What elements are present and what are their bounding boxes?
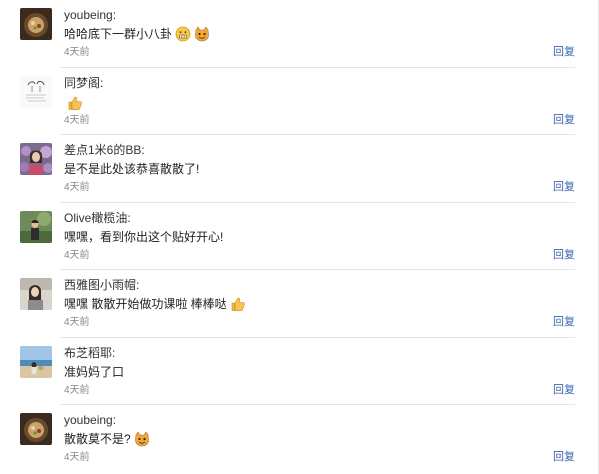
cat-face-icon bbox=[134, 431, 150, 447]
comment-text: 是不是此处该恭喜散散了! bbox=[64, 160, 199, 178]
comment-item: Olive橄榄油: 嘿嘿，看到你出这个贴好开心! 4天前 回复 bbox=[0, 203, 599, 271]
reply-link[interactable]: 回复 bbox=[553, 180, 575, 194]
timestamp: 4天前 bbox=[64, 317, 90, 328]
avatar[interactable] bbox=[20, 75, 52, 108]
grin-icon bbox=[175, 26, 191, 42]
avatar[interactable] bbox=[20, 345, 52, 378]
comment-body: 准妈妈了口 bbox=[64, 364, 125, 379]
reply-link[interactable]: 回复 bbox=[553, 45, 575, 59]
username[interactable]: 西雅图小雨帽: bbox=[64, 278, 139, 292]
avatar[interactable] bbox=[20, 143, 52, 175]
username[interactable]: 同梦阁: bbox=[64, 76, 103, 90]
reply-link[interactable]: 回复 bbox=[553, 248, 575, 262]
reply-link[interactable]: 回复 bbox=[553, 113, 575, 127]
timestamp: 4天前 bbox=[64, 249, 90, 261]
reply-link[interactable]: 回复 bbox=[553, 315, 575, 329]
comment-item: youbeing: 散散莫不是? 4天前 回复 bbox=[0, 405, 599, 473]
comment-body: 哈哈底下一群小八卦 bbox=[64, 27, 173, 41]
comment-body: 嘿嘿 散散开始做功课啦 棒棒哒 bbox=[64, 297, 227, 311]
avatar[interactable] bbox=[20, 8, 52, 40]
timestamp: 4天前 bbox=[64, 384, 90, 396]
thumbs-up-icon bbox=[230, 296, 246, 312]
timestamp: 4天前 bbox=[64, 182, 90, 193]
comment-text: 嘿嘿，看到你出这个贴好开心! bbox=[64, 228, 223, 246]
comment-body: 嘿嘿，看到你出这个贴好开心! bbox=[64, 229, 224, 244]
comment-list: youbeing: 哈哈底下一群小八卦 4天前 回复 同梦阁: 4天前 回复 差… bbox=[0, 0, 599, 473]
comment-text: 准妈妈了口 bbox=[64, 363, 124, 381]
comment-text: 嘿嘿 散散开始做功课啦 棒棒哒 bbox=[64, 295, 246, 313]
comment-item: 西雅图小雨帽: 嘿嘿 散散开始做功课啦 棒棒哒 4天前 回复 bbox=[0, 270, 599, 338]
comment-body: 是不是此处该恭喜散散了! bbox=[64, 162, 200, 176]
comment-item: 差点1米6的BB: 是不是此处该恭喜散散了! 4天前 回复 bbox=[0, 135, 599, 203]
reply-link[interactable]: 回复 bbox=[553, 450, 575, 464]
comment-item: youbeing: 哈哈底下一群小八卦 4天前 回复 bbox=[0, 0, 599, 68]
comment-item: 布芝稻耶: 准妈妈了口 4天前 回复 bbox=[0, 338, 599, 406]
username[interactable]: youbeing: bbox=[64, 413, 116, 427]
timestamp: 4天前 bbox=[64, 47, 90, 58]
username[interactable]: youbeing: bbox=[64, 8, 116, 22]
username[interactable]: 差点1米6的BB: bbox=[64, 143, 145, 157]
username[interactable]: Olive橄榄油: bbox=[64, 211, 131, 225]
timestamp: 4天前 bbox=[64, 452, 90, 463]
cat-face-icon bbox=[194, 26, 210, 42]
thumbs-up-icon bbox=[67, 95, 83, 111]
avatar[interactable] bbox=[20, 413, 52, 445]
comment-body: 散散莫不是? bbox=[64, 432, 131, 446]
comment-item: 同梦阁: 4天前 回复 bbox=[0, 68, 599, 136]
reply-link[interactable]: 回复 bbox=[553, 383, 575, 397]
avatar[interactable] bbox=[20, 210, 52, 243]
comment-text bbox=[64, 95, 83, 111]
username[interactable]: 布芝稻耶: bbox=[64, 346, 115, 360]
comment-text: 哈哈底下一群小八卦 bbox=[64, 25, 210, 43]
timestamp: 4天前 bbox=[64, 114, 90, 126]
comment-text: 散散莫不是? bbox=[64, 430, 150, 448]
avatar[interactable] bbox=[20, 278, 52, 310]
